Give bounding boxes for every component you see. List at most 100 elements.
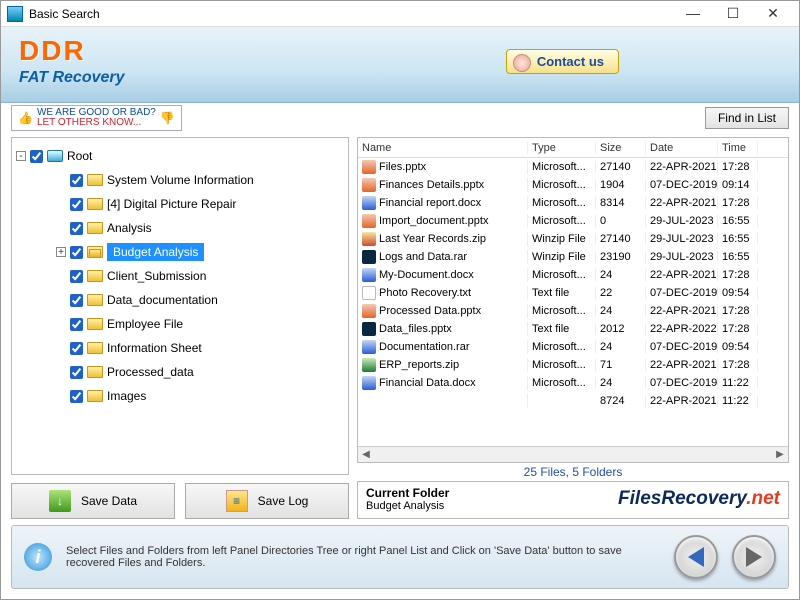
file-row[interactable]: Files.pptxMicrosoft...2714022-APR-202117…: [358, 158, 788, 176]
file-size: 27140: [596, 233, 646, 245]
file-name: Documentation.rar: [379, 341, 470, 353]
file-row[interactable]: Import_document.pptxMicrosoft...029-JUL-…: [358, 212, 788, 230]
col-size[interactable]: Size: [596, 142, 646, 154]
file-row[interactable]: Financial report.docxMicrosoft...831422-…: [358, 194, 788, 212]
col-name[interactable]: Name: [358, 142, 528, 154]
tree-root[interactable]: - Root: [16, 144, 344, 168]
tree-root-label: Root: [67, 149, 92, 163]
tree-item-label: Data_documentation: [107, 293, 218, 307]
col-type[interactable]: Type: [528, 142, 596, 154]
save-log-button[interactable]: Save Log: [185, 483, 349, 519]
file-row[interactable]: Financial Data.docxMicrosoft...2407-DEC-…: [358, 374, 788, 392]
tree-item[interactable]: Processed_data: [16, 360, 344, 384]
file-icon: [362, 268, 376, 282]
file-icon: [362, 286, 376, 300]
tree-item-label: Client_Submission: [107, 269, 206, 283]
file-icon: [362, 376, 376, 390]
right-pane: Name Type Size Date Time Files.pptxMicro…: [357, 137, 789, 519]
file-time: 16:55: [718, 233, 758, 245]
file-size: 22: [596, 287, 646, 299]
tree-item[interactable]: Data_documentation: [16, 288, 344, 312]
forward-arrow-icon: [746, 547, 762, 567]
tree-checkbox[interactable]: [70, 294, 83, 307]
file-type: Microsoft...: [528, 359, 596, 371]
file-row[interactable]: 872422-APR-202111:22: [358, 392, 788, 410]
tree-checkbox[interactable]: [70, 270, 83, 283]
file-size: 23190: [596, 251, 646, 263]
file-icon: [362, 304, 376, 318]
folder-icon: [87, 390, 103, 402]
tree-checkbox[interactable]: [30, 150, 43, 163]
folder-icon: [87, 270, 103, 282]
folder-icon: [87, 342, 103, 354]
file-date: 07-DEC-2019: [646, 341, 718, 353]
tree-checkbox[interactable]: [70, 174, 83, 187]
tree-item[interactable]: Client_Submission: [16, 264, 344, 288]
file-row[interactable]: My-Document.docxMicrosoft...2422-APR-202…: [358, 266, 788, 284]
tree-item-label: [4] Digital Picture Repair: [107, 197, 236, 211]
folder-tree[interactable]: - Root System Volume Information [4] Digi…: [11, 137, 349, 475]
contact-button[interactable]: Contact us: [506, 49, 619, 74]
scroll-right-icon[interactable]: ▶: [772, 449, 788, 460]
col-time[interactable]: Time: [718, 142, 758, 154]
file-date: 22-APR-2021: [646, 359, 718, 371]
forward-button[interactable]: [732, 535, 776, 579]
file-icon: [362, 358, 376, 372]
horizontal-scrollbar[interactable]: ◀ ▶: [358, 446, 788, 462]
minimize-button[interactable]: —: [673, 3, 713, 25]
file-size: 24: [596, 341, 646, 353]
file-name: Data_files.pptx: [379, 323, 452, 335]
close-button[interactable]: ✕: [753, 3, 793, 25]
save-icon: [49, 490, 71, 512]
file-list[interactable]: Name Type Size Date Time Files.pptxMicro…: [357, 137, 789, 463]
file-row[interactable]: Data_files.pptxText file201222-APR-20221…: [358, 320, 788, 338]
collapse-icon[interactable]: -: [16, 151, 26, 161]
feedback-banner[interactable]: 👍 WE ARE GOOD OR BAD? LET OTHERS KNOW...…: [11, 105, 182, 131]
maximize-button[interactable]: ☐: [713, 3, 753, 25]
tree-item[interactable]: Information Sheet: [16, 336, 344, 360]
tree-item[interactable]: [4] Digital Picture Repair: [16, 192, 344, 216]
file-date: 07-DEC-2019: [646, 179, 718, 191]
thumb-up-icon: 👍: [18, 113, 33, 123]
file-date: 07-DEC-2019: [646, 287, 718, 299]
footer: i Select Files and Folders from left Pan…: [11, 525, 789, 589]
save-data-button[interactable]: Save Data: [11, 483, 175, 519]
file-icon: [362, 232, 376, 246]
tree-item[interactable]: Images: [16, 384, 344, 408]
tree-item[interactable]: System Volume Information: [16, 168, 344, 192]
tree-checkbox[interactable]: [70, 366, 83, 379]
brand-subtitle: FAT Recovery: [19, 69, 781, 87]
file-type: Microsoft...: [528, 305, 596, 317]
file-time: 09:14: [718, 179, 758, 191]
file-row[interactable]: Documentation.rarMicrosoft...2407-DEC-20…: [358, 338, 788, 356]
tree-item[interactable]: Employee File: [16, 312, 344, 336]
expand-icon[interactable]: +: [56, 247, 66, 257]
tree-checkbox[interactable]: [70, 342, 83, 355]
left-pane: - Root System Volume Information [4] Digi…: [11, 137, 349, 519]
tree-item-label: Employee File: [107, 317, 183, 331]
tree-checkbox[interactable]: [70, 318, 83, 331]
tree-checkbox[interactable]: [70, 390, 83, 403]
file-row[interactable]: ERP_reports.zipMicrosoft...7122-APR-2021…: [358, 356, 788, 374]
col-date[interactable]: Date: [646, 142, 718, 154]
log-icon: [226, 490, 248, 512]
tree-checkbox[interactable]: [70, 222, 83, 235]
tree-item[interactable]: Analysis: [16, 216, 344, 240]
file-time: 17:28: [718, 269, 758, 281]
file-date: 22-APR-2021: [646, 305, 718, 317]
file-list-header[interactable]: Name Type Size Date Time: [358, 138, 788, 158]
find-in-list-button[interactable]: Find in List: [705, 107, 789, 129]
back-button[interactable]: [674, 535, 718, 579]
file-row[interactable]: Photo Recovery.txtText file2207-DEC-2019…: [358, 284, 788, 302]
file-row[interactable]: Processed Data.pptxMicrosoft...2422-APR-…: [358, 302, 788, 320]
scroll-left-icon[interactable]: ◀: [358, 449, 374, 460]
tree-checkbox[interactable]: [70, 198, 83, 211]
file-icon: [362, 322, 376, 336]
file-row[interactable]: Logs and Data.rarWinzip File2319029-JUL-…: [358, 248, 788, 266]
file-row[interactable]: Finances Details.pptxMicrosoft...190407-…: [358, 176, 788, 194]
tree-item[interactable]: +Budget Analysis: [16, 240, 344, 264]
tree-checkbox[interactable]: [70, 246, 83, 259]
file-row[interactable]: Last Year Records.zipWinzip File2714029-…: [358, 230, 788, 248]
file-type: Microsoft...: [528, 179, 596, 191]
file-size: 24: [596, 269, 646, 281]
